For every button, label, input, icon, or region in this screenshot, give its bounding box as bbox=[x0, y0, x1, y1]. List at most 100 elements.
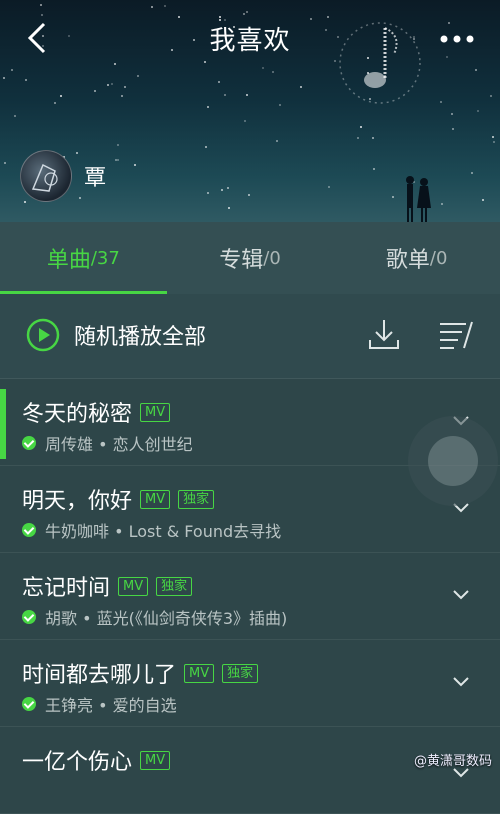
song-title: 冬天的秘密 bbox=[22, 402, 133, 427]
couple-silhouette-icon bbox=[406, 176, 431, 222]
chevron-down-icon[interactable] bbox=[452, 676, 470, 688]
star bbox=[493, 141, 495, 143]
mv-badge[interactable]: MV bbox=[118, 576, 149, 596]
owner-name: 覃 bbox=[84, 166, 107, 191]
star bbox=[452, 128, 454, 130]
star bbox=[471, 172, 473, 174]
song-title: 一亿个伤心 bbox=[22, 750, 133, 775]
star bbox=[117, 144, 119, 146]
download-icon[interactable] bbox=[366, 316, 402, 352]
song-subtitle: 牛奶咖啡 • Lost & Found去寻找 bbox=[45, 522, 282, 541]
star bbox=[207, 106, 209, 108]
song-title-line: 明天，你好 MV 独家 bbox=[22, 483, 215, 515]
song-row[interactable]: 时间都去哪儿了 MV 独家 王铮亮 • 爱的自选 bbox=[0, 640, 500, 727]
star bbox=[221, 189, 223, 191]
star bbox=[477, 110, 479, 112]
watermark: @黄潇哥数码 bbox=[414, 750, 492, 769]
floating-assistive-button[interactable] bbox=[408, 416, 498, 506]
song-subtitle: 王铮亮 • 爱的自选 bbox=[45, 696, 177, 715]
star bbox=[373, 168, 375, 170]
song-title: 时间都去哪儿了 bbox=[22, 663, 177, 688]
star bbox=[94, 90, 96, 92]
star bbox=[451, 113, 453, 115]
song-artist-album: 周传雄 • 恋人创世纪 bbox=[22, 431, 193, 455]
song-artist-album: 王铮亮 • 爱的自选 bbox=[22, 692, 177, 716]
star bbox=[372, 137, 374, 139]
song-title-line: 忘记时间 MV 独家 bbox=[22, 570, 193, 602]
star bbox=[117, 159, 119, 161]
star bbox=[54, 102, 56, 104]
star bbox=[205, 146, 207, 148]
song-subtitle: 胡歌 • 蓝光(《仙剑奇侠传3》插曲) bbox=[45, 609, 288, 628]
playlist-owner[interactable]: 覃 bbox=[20, 150, 106, 202]
action-row: 随机播放全部 bbox=[0, 294, 500, 379]
star bbox=[4, 162, 6, 164]
star bbox=[246, 94, 248, 96]
star bbox=[441, 203, 443, 205]
tab-singles[interactable]: 单曲/37 bbox=[0, 222, 167, 294]
star bbox=[207, 192, 209, 194]
downloaded-check-icon bbox=[22, 610, 36, 624]
star bbox=[14, 115, 16, 117]
tab-count: /0 bbox=[429, 247, 448, 269]
star bbox=[107, 84, 109, 86]
mv-badge[interactable]: MV bbox=[140, 489, 171, 509]
star bbox=[248, 194, 250, 196]
star bbox=[115, 159, 117, 161]
mv-badge[interactable]: MV bbox=[140, 750, 171, 770]
star bbox=[227, 187, 229, 189]
star bbox=[121, 95, 123, 97]
star bbox=[218, 81, 220, 83]
star bbox=[111, 83, 113, 85]
mv-badge[interactable]: MV bbox=[184, 663, 215, 683]
shuffle-play-all-button[interactable]: 随机播放全部 bbox=[26, 318, 206, 352]
song-artist-album: 牛奶咖啡 • Lost & Found去寻找 bbox=[22, 518, 281, 542]
play-circle-icon bbox=[26, 318, 60, 352]
top-bar: 我喜欢 bbox=[0, 0, 500, 76]
song-title-line: 时间都去哪儿了 MV 独家 bbox=[22, 657, 259, 689]
sort-list-icon[interactable] bbox=[436, 316, 476, 352]
star bbox=[440, 101, 442, 103]
star bbox=[328, 186, 330, 188]
song-row[interactable]: 忘记时间 MV 独家 胡歌 • 蓝光(《仙剑奇侠传3》插曲) bbox=[0, 553, 500, 640]
avatar[interactable] bbox=[20, 150, 72, 202]
tab-albums[interactable]: 专辑/0 bbox=[167, 222, 334, 294]
playlist-header: 我喜欢 覃 bbox=[0, 0, 500, 222]
tab-playlists[interactable]: 歌单/0 bbox=[333, 222, 500, 294]
star bbox=[224, 94, 226, 96]
star bbox=[25, 79, 27, 81]
star bbox=[300, 86, 302, 88]
downloaded-check-icon bbox=[22, 436, 36, 450]
song-title-line: 冬天的秘密 MV bbox=[22, 396, 171, 428]
star bbox=[124, 86, 126, 88]
star bbox=[3, 77, 5, 79]
mv-badge[interactable]: MV bbox=[140, 402, 171, 422]
star bbox=[492, 136, 494, 138]
song-row[interactable]: 一亿个伤心 MV bbox=[0, 727, 500, 814]
star bbox=[392, 196, 394, 198]
downloaded-check-icon bbox=[22, 523, 36, 537]
watermark-text: @黄潇哥数码 bbox=[413, 754, 492, 769]
more-options-icon[interactable] bbox=[432, 24, 482, 54]
downloaded-check-icon bbox=[22, 697, 36, 711]
category-tabs: 单曲/37 专辑/0 歌单/0 bbox=[0, 222, 500, 294]
star bbox=[244, 120, 246, 122]
tab-count: /37 bbox=[90, 247, 120, 269]
tab-label: 单曲 bbox=[46, 248, 91, 273]
star bbox=[279, 104, 281, 106]
tab-label: 歌单 bbox=[385, 248, 430, 273]
song-title: 忘记时间 bbox=[22, 576, 111, 601]
song-title: 明天，你好 bbox=[22, 489, 133, 514]
page-title: 我喜欢 bbox=[209, 26, 291, 56]
chevron-down-icon[interactable] bbox=[452, 589, 470, 601]
star bbox=[357, 137, 359, 139]
song-subtitle: 周传雄 • 恋人创世纪 bbox=[45, 435, 193, 454]
tab-label: 专辑 bbox=[219, 248, 264, 273]
tab-count: /0 bbox=[263, 247, 281, 269]
star bbox=[360, 126, 362, 128]
exclusive-badge: 独家 bbox=[178, 489, 215, 509]
exclusive-badge: 独家 bbox=[222, 663, 259, 683]
star bbox=[276, 140, 278, 142]
exclusive-badge: 独家 bbox=[156, 576, 193, 596]
star bbox=[228, 207, 230, 209]
